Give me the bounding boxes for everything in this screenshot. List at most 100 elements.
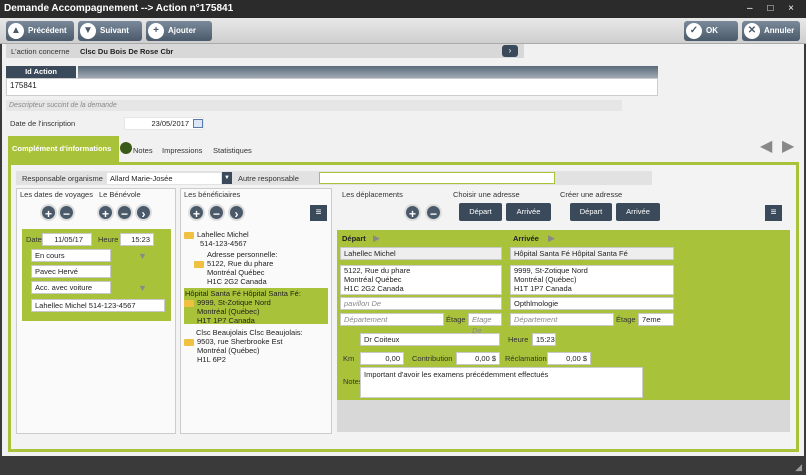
remove-voyage-button[interactable]: −	[58, 204, 75, 221]
tab-statistiques[interactable]: Statistiques	[213, 146, 252, 155]
previous-label: Précédent	[28, 26, 67, 35]
arrivee-name[interactable]: Hôpital Santa Fé Hôpital Santa Fé	[510, 247, 674, 260]
calendar-icon[interactable]	[193, 119, 203, 128]
status-dropdown-icon[interactable]: ▼	[138, 251, 147, 261]
chevron-down-icon: ▼	[80, 23, 96, 39]
remove-benevole-button[interactable]: −	[116, 204, 133, 221]
depart-name[interactable]: Lahellec Michel	[340, 247, 502, 260]
beneficiaire-item[interactable]: Lahellec Michel 514-123-4567	[184, 230, 330, 248]
beneficiaire-next-button[interactable]: ›	[228, 204, 245, 221]
voyage-status[interactable]: En cours	[31, 249, 111, 262]
next-button[interactable]: ▼ Suivant	[78, 21, 142, 41]
km-field[interactable]: 0,00	[360, 352, 404, 365]
depart-address[interactable]: 5122, Rue du phare Montréal Québec H1C 2…	[340, 265, 502, 295]
address-line: Montréal (Québec)	[197, 307, 260, 316]
beneficiaire-selected[interactable]: Hôpital Santa Fé Hôpital Santa Fé: 9999,…	[184, 288, 328, 325]
address-line: 5122, Rue du phare	[207, 259, 274, 268]
benevole-next-button[interactable]: ›	[135, 204, 152, 221]
add-benevole-button[interactable]: +	[97, 204, 114, 221]
voyage-date-field[interactable]: 11/05/17	[42, 233, 92, 246]
arrivee-departement-input[interactable]: Département	[510, 313, 614, 326]
ok-button[interactable]: ✓ OK	[684, 21, 738, 41]
tab-complement[interactable]: Complément d'informations	[8, 136, 119, 162]
remove-deplacement-button[interactable]: −	[425, 204, 442, 221]
chevron-down-icon[interactable]: ▼	[222, 172, 232, 184]
arrivee-address[interactable]: 9999, St-Zotique Nord Montréal (Québec) …	[510, 265, 674, 295]
arrivee-label: Arrivée	[513, 234, 539, 243]
address-line: H1T 1P7 Canada	[197, 316, 255, 325]
add-label: Ajouter	[168, 26, 196, 35]
main-panel: L'action concerne Clsc Du Bois De Rose C…	[2, 44, 804, 456]
voyage-heure-field[interactable]: 15:23	[120, 233, 154, 246]
benevole-field[interactable]: Pavec Hervé	[31, 265, 111, 278]
responsable-label: Responsable organisme	[22, 174, 103, 183]
add-deplacement-button[interactable]: +	[404, 204, 421, 221]
notes-textarea[interactable]: Important d'avoir les examens précédemme…	[360, 367, 643, 398]
id-action-header: Id Action	[6, 66, 76, 78]
cancel-label: Annuler	[764, 26, 795, 35]
choose-depart-button[interactable]: Départ	[459, 203, 502, 221]
creer-adresse-label: Créer une adresse	[560, 190, 623, 199]
driver-field[interactable]: Dr Coiteux	[360, 333, 500, 346]
autre-responsable-input[interactable]	[319, 172, 555, 184]
beneficiaire-address[interactable]: Clsc Beaujolais Clsc Beaujolais: 9503, r…	[184, 328, 328, 364]
address-line: H1C 2G2 Canada	[207, 277, 267, 286]
toolbar: ▲ Précédent ▼ Suivant + Ajouter ✓ OK ✕ Annule…	[0, 18, 806, 44]
depart-departement-input[interactable]: Département	[340, 313, 444, 326]
menu-icon[interactable]: ≡	[765, 205, 782, 221]
pavillon-input[interactable]: pavillon De	[340, 297, 502, 310]
beneficiaires-label: Les bénéficiaires	[184, 190, 241, 199]
add-button[interactable]: + Ajouter	[146, 21, 212, 41]
create-depart-button[interactable]: Départ	[570, 203, 612, 221]
benevole-label: Le Bénévole	[99, 190, 141, 199]
km-label: Km	[343, 354, 355, 363]
deplacement-footer	[337, 400, 790, 432]
date-inscription-field[interactable]: 23/05/2017	[124, 117, 204, 130]
tab-notes[interactable]: Notes	[133, 146, 153, 155]
address-line: Hôpital Santa Fé Hôpital Santa Fé:	[185, 289, 301, 298]
depart-etage-input[interactable]: Etage De	[468, 313, 502, 335]
id-header-bar	[78, 66, 658, 78]
add-voyage-button[interactable]: +	[40, 204, 57, 221]
window-controls[interactable]: – □ ×	[747, 0, 800, 18]
ok-label: OK	[706, 26, 718, 35]
address-line: Montréal (Québec)	[197, 346, 260, 355]
choose-arrivee-button[interactable]: Arrivée	[506, 203, 551, 221]
menu-icon[interactable]: ≡	[310, 205, 327, 221]
acc-dropdown-icon[interactable]: ▼	[138, 283, 147, 293]
beneficiaire-name: Lahellec Michel	[197, 230, 249, 239]
add-beneficiaire-button[interactable]: +	[188, 204, 205, 221]
prev-tab-icon[interactable]: ◀	[760, 136, 772, 156]
beneficiaire-address[interactable]: Adresse personnelle: 5122, Rue du phare …	[194, 250, 324, 288]
chevron-up-icon: ▲	[8, 23, 24, 39]
responsable-select[interactable]: Allard Marie-Josée	[106, 172, 222, 185]
create-arrivee-button[interactable]: Arrivée	[616, 203, 660, 221]
trip-heure-field[interactable]: 15:23	[532, 333, 556, 346]
choisir-adresse-label: Choisir une adresse	[453, 190, 520, 199]
address-line: H1L 6P2	[197, 355, 226, 364]
trip-heure-label: Heure	[508, 335, 529, 344]
cancel-button[interactable]: ✕ Annuler	[742, 21, 800, 41]
arrivee-arrow-icon[interactable]: ▶	[548, 233, 555, 244]
folder-icon	[184, 231, 194, 239]
reclamation-field[interactable]: 0,00 $	[547, 352, 591, 365]
acc-field[interactable]: Acc. avec voiture	[31, 281, 111, 294]
depart-label: Départ	[342, 234, 366, 243]
depart-arrow-icon[interactable]: ▶	[373, 233, 380, 244]
voyages-label: Les dates de voyages	[20, 190, 93, 199]
previous-button[interactable]: ▲ Précédent	[6, 21, 74, 41]
tab-impressions[interactable]: Impressions	[162, 146, 202, 155]
remove-beneficiaire-button[interactable]: −	[208, 204, 225, 221]
contribution-field[interactable]: 0,00 $	[456, 352, 500, 365]
deplacements-label: Les déplacements	[342, 190, 403, 199]
arrivee-service[interactable]: Opthlmologie	[510, 297, 674, 310]
arrivee-etage-label: Étage	[616, 315, 636, 324]
contact-field[interactable]: Lahellec Michel 514-123-4567	[31, 299, 165, 312]
contribution-label: Contribution	[412, 354, 453, 363]
resize-grip-icon[interactable]: ◢	[795, 462, 802, 473]
goto-arrow-icon[interactable]: ›	[502, 45, 518, 57]
folder-icon	[194, 260, 204, 268]
arrivee-etage-field[interactable]: 7eme	[638, 313, 674, 326]
next-tab-icon[interactable]: ▶	[782, 136, 794, 156]
description-input[interactable]: Descripteur succint de la demande	[6, 100, 622, 111]
